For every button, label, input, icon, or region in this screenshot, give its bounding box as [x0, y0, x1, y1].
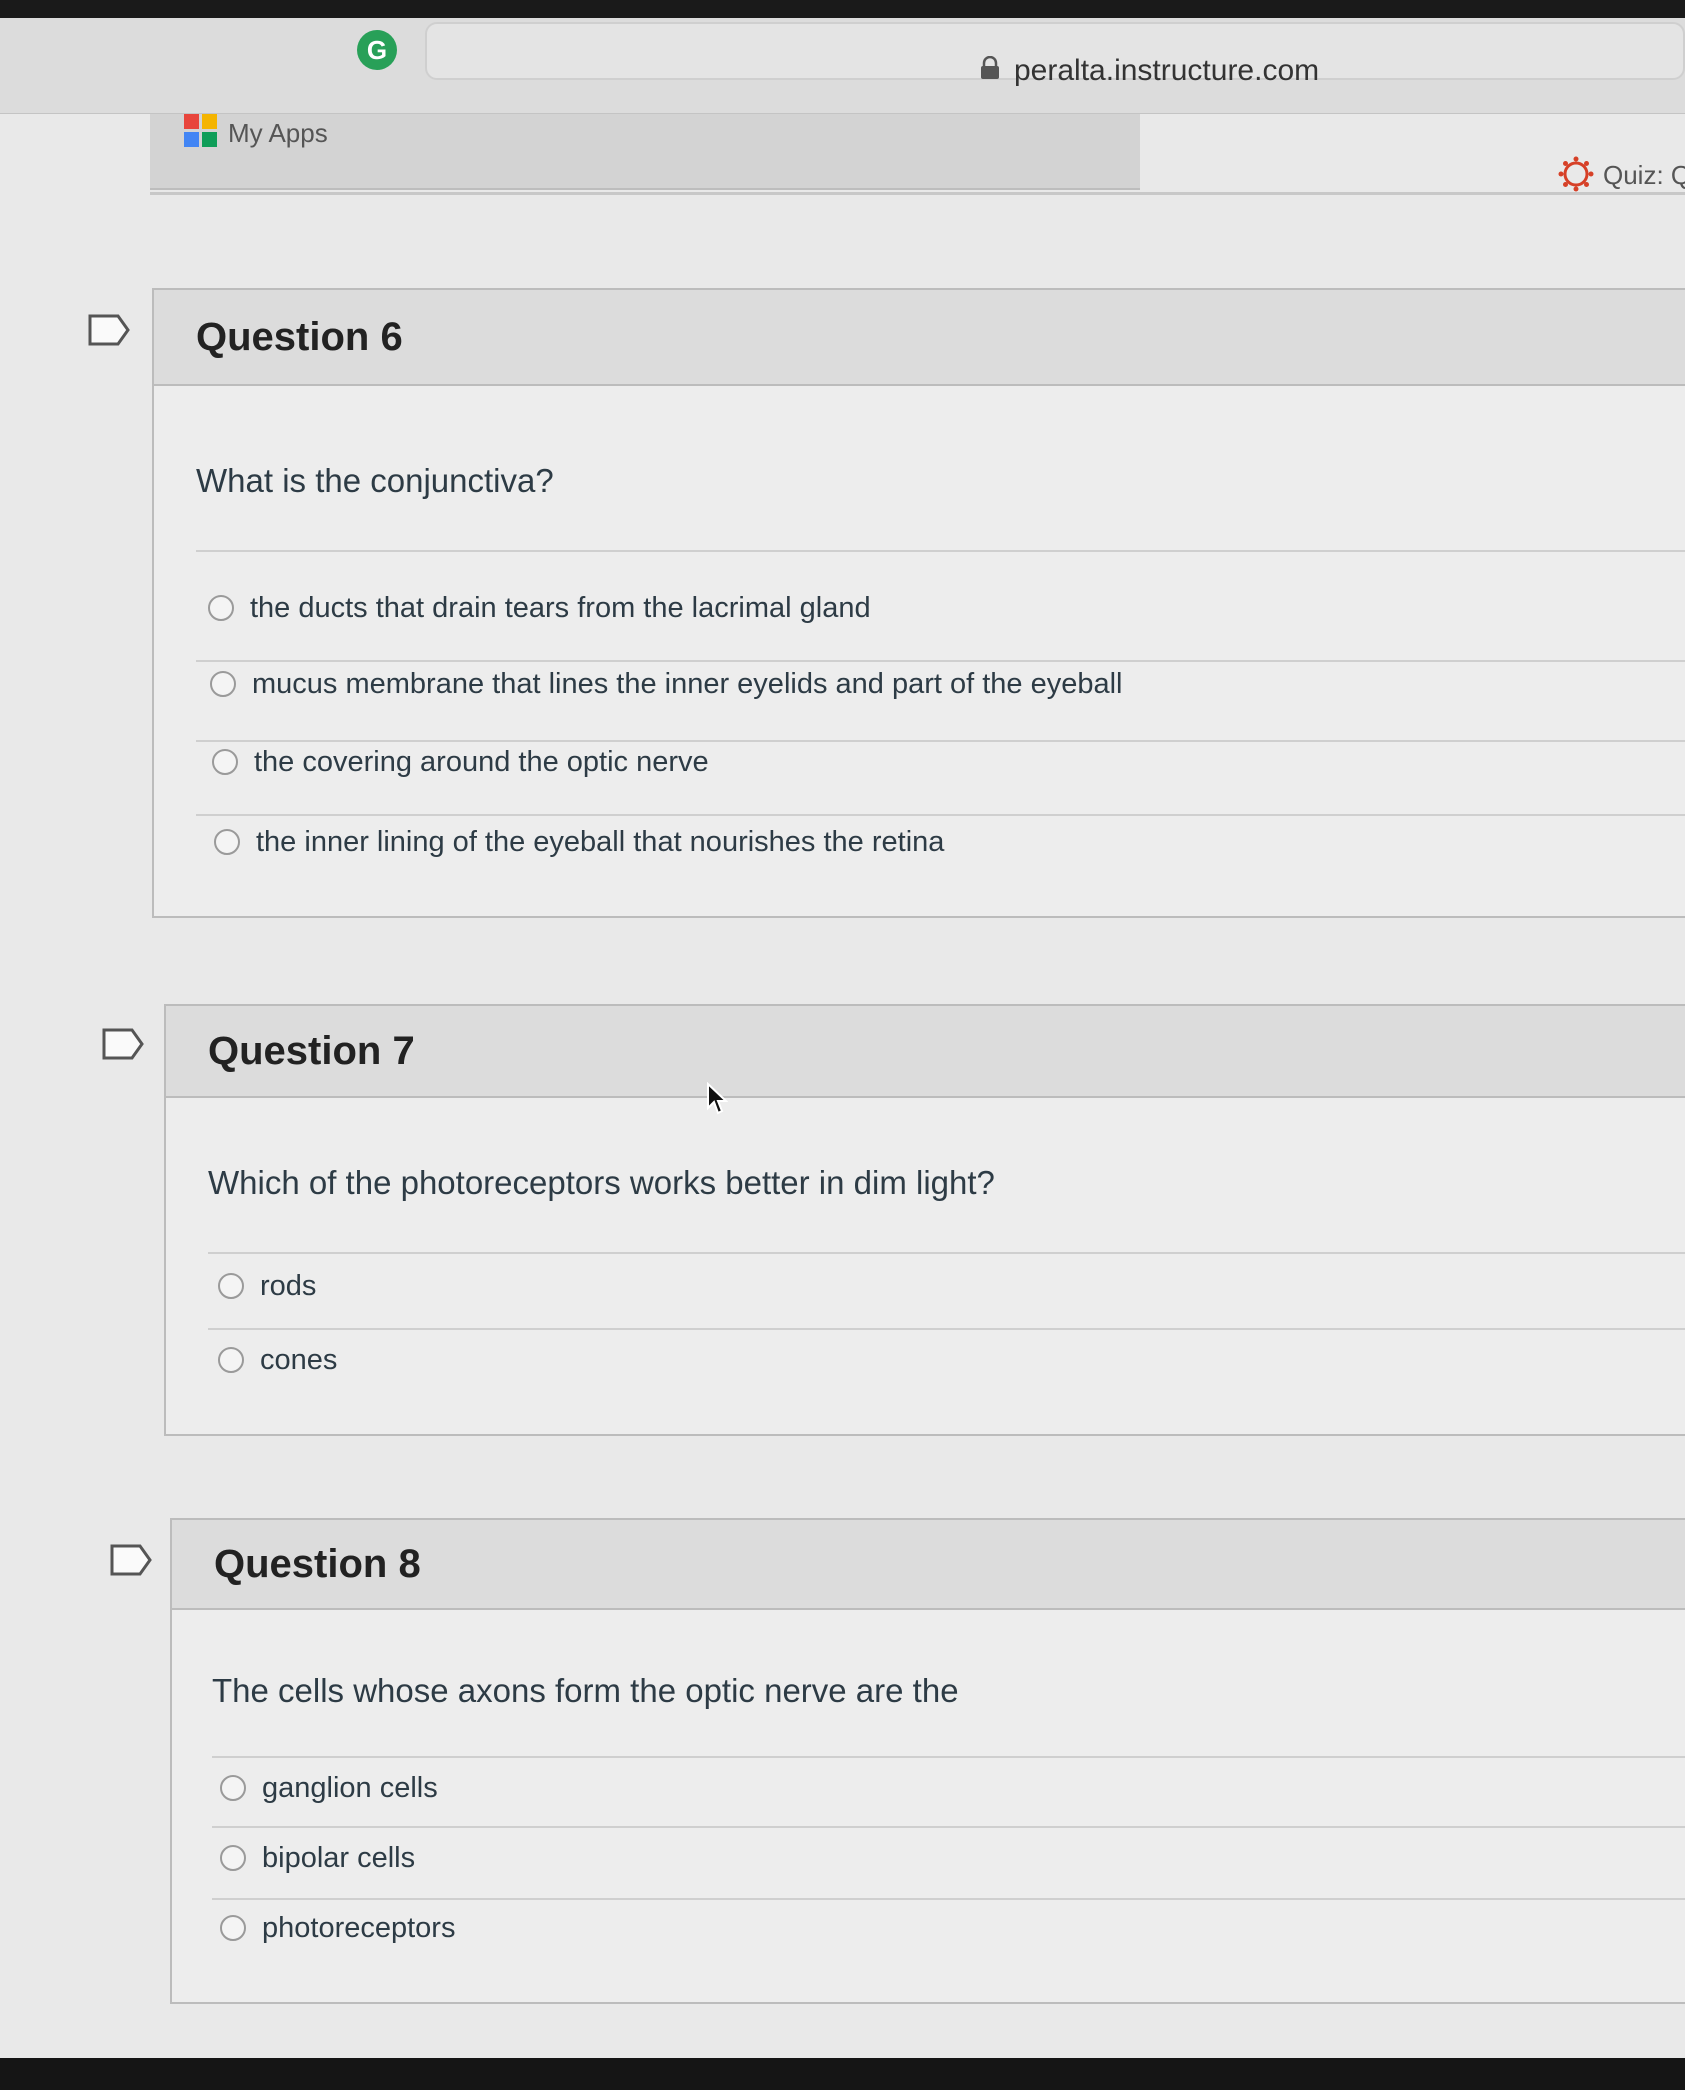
answer-option[interactable]: cones [218, 1340, 337, 1380]
answer-label: the inner lining of the eyeball that nou… [256, 825, 945, 858]
answer-label: the covering around the optic nerve [254, 745, 709, 778]
question-text: What is the conjunctiva? [196, 462, 554, 499]
answer-option[interactable]: ganglion cells [220, 1768, 438, 1808]
question-header: Question 6 [154, 290, 1685, 386]
flag-question-icon[interactable] [110, 1544, 152, 1576]
answer-divider [196, 814, 1685, 816]
canvas-logo-icon [1558, 156, 1594, 192]
answer-label: rods [260, 1269, 317, 1302]
flag-question-icon[interactable] [88, 314, 130, 346]
question-text: Which of the photoreceptors works better… [208, 1164, 995, 1201]
radio-button[interactable] [212, 749, 238, 775]
screen-bezel-bottom [0, 2058, 1685, 2090]
mouse-pointer-icon [707, 1082, 728, 1115]
answer-divider [196, 660, 1685, 662]
grammarly-extension-icon[interactable]: G [357, 30, 397, 70]
answer-divider [196, 550, 1685, 552]
answer-option[interactable]: the covering around the optic nerve [212, 742, 709, 782]
answer-label: photoreceptors [262, 1911, 456, 1944]
answer-label: mucus membrane that lines the inner eyel… [252, 667, 1123, 700]
question-text: The cells whose axons form the optic ner… [212, 1672, 959, 1709]
url-text[interactable]: peralta.instructure.com [1014, 54, 1319, 88]
answer-label: the ducts that drain tears from the lacr… [250, 591, 871, 624]
radio-button[interactable] [210, 671, 236, 697]
apps-grid-icon[interactable] [184, 114, 218, 148]
answer-divider [208, 1328, 1685, 1330]
screen-bezel-top [0, 0, 1685, 18]
answer-option[interactable]: rods [218, 1266, 316, 1306]
question-card-7: Question 7 [164, 1004, 1685, 1436]
answer-divider [212, 1826, 1685, 1828]
answer-label: ganglion cells [262, 1771, 438, 1804]
lock-icon [981, 56, 999, 79]
answer-label: cones [260, 1343, 338, 1376]
question-title: Question 8 [214, 1541, 421, 1586]
answer-divider [212, 1898, 1685, 1900]
answer-divider [208, 1252, 1685, 1254]
answer-option[interactable]: bipolar cells [220, 1838, 415, 1878]
question-header: Question 7 [166, 1006, 1685, 1098]
browser-tab-title[interactable]: Quiz: Q [1603, 160, 1685, 191]
radio-button[interactable] [218, 1273, 244, 1299]
answer-divider [212, 1756, 1685, 1758]
answer-option[interactable]: the inner lining of the eyeball that nou… [214, 822, 944, 862]
answer-option[interactable]: photoreceptors [220, 1908, 455, 1948]
radio-button[interactable] [220, 1915, 246, 1941]
radio-button[interactable] [220, 1775, 246, 1801]
question-title: Question 6 [196, 314, 403, 359]
page-divider [150, 192, 1685, 195]
question-title: Question 7 [208, 1028, 415, 1073]
answer-label: bipolar cells [262, 1841, 416, 1874]
radio-button[interactable] [220, 1845, 246, 1871]
answer-option[interactable]: the ducts that drain tears from the lacr… [208, 588, 871, 628]
bookmark-my-apps[interactable]: My Apps [228, 118, 328, 149]
flag-question-icon[interactable] [102, 1028, 144, 1060]
radio-button[interactable] [218, 1347, 244, 1373]
radio-button[interactable] [214, 829, 240, 855]
radio-button[interactable] [208, 595, 234, 621]
answer-option[interactable]: mucus membrane that lines the inner eyel… [210, 664, 1123, 704]
question-header: Question 8 [172, 1520, 1685, 1610]
